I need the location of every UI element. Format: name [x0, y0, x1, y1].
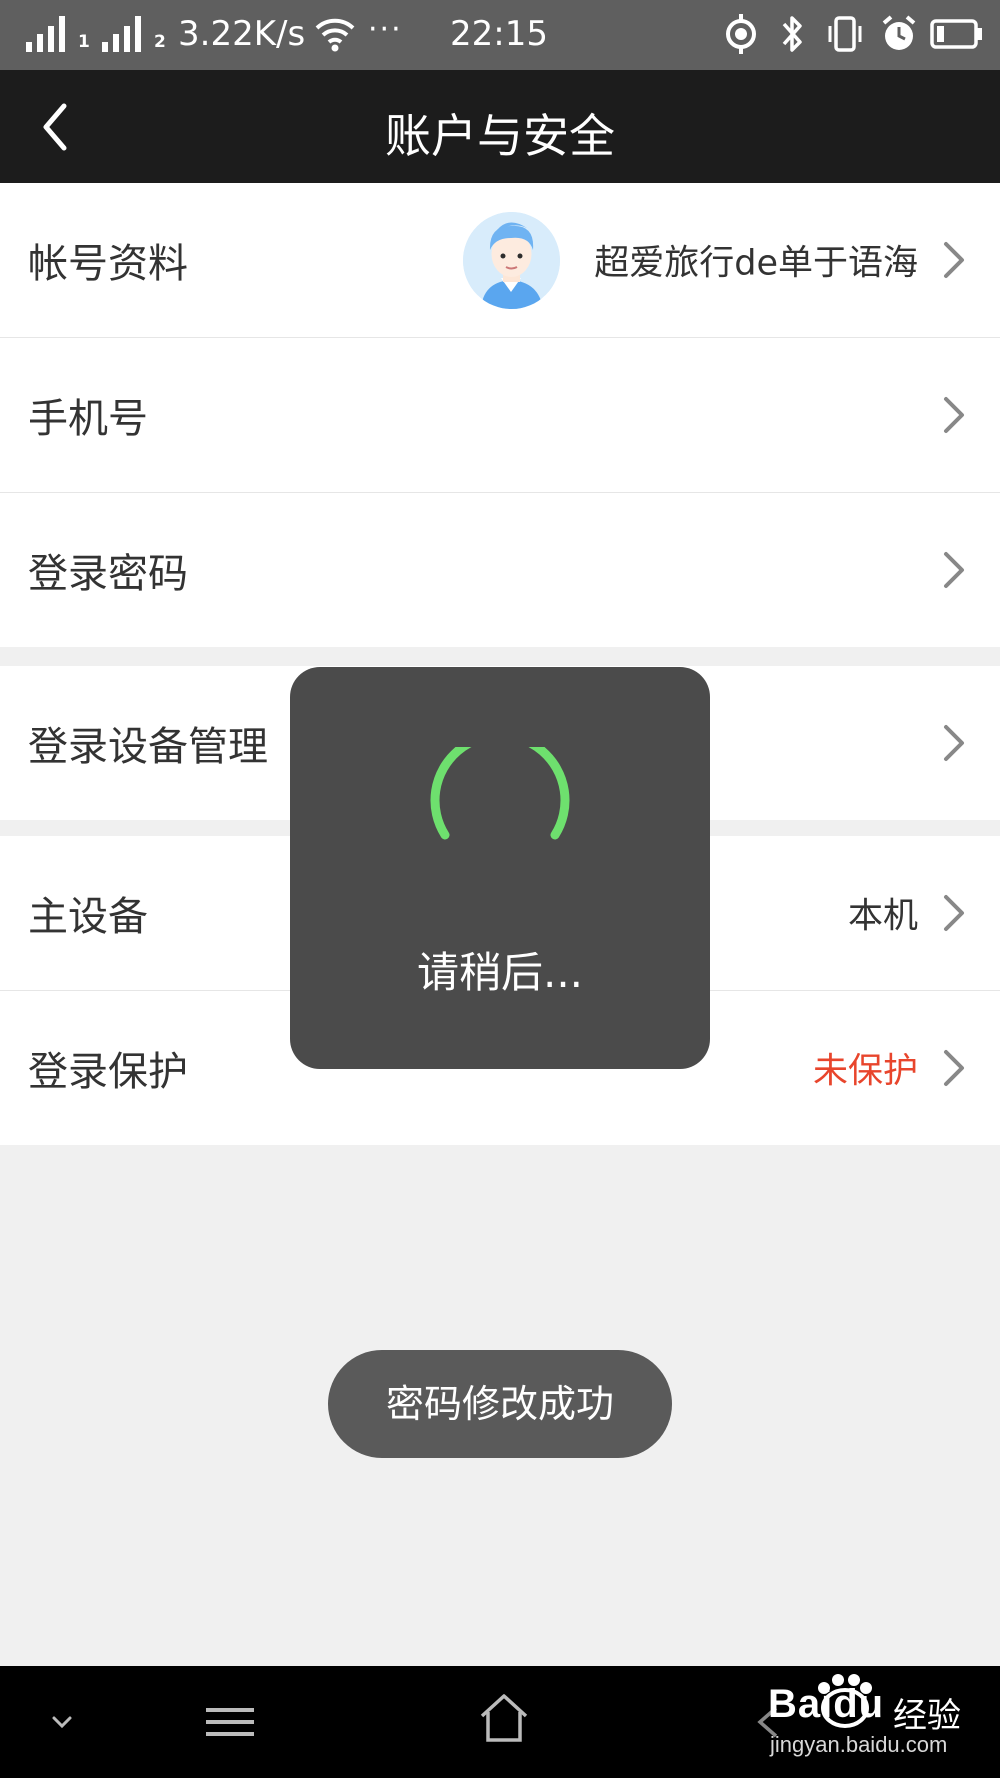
watermark-url: jingyan.baidu.com: [770, 1732, 948, 1757]
row-login-password[interactable]: 登录密码: [0, 493, 1000, 647]
chevron-right-icon: [944, 725, 964, 761]
signal-strength-icon: [102, 16, 141, 52]
row-phone-number[interactable]: 手机号: [0, 338, 1000, 492]
alarm-icon: [882, 15, 916, 50]
row-label: 登录密码: [28, 551, 188, 597]
protection-status: 未保护: [812, 1051, 918, 1092]
loading-spinner-icon: [430, 747, 570, 840]
toast-message: 密码修改成功: [328, 1350, 672, 1458]
chevron-right-icon: [944, 397, 964, 433]
row-label: 主设备: [28, 894, 148, 940]
battery-icon: [930, 19, 982, 49]
user-avatar-icon: [463, 212, 560, 309]
primary-device-value: 本机: [847, 896, 918, 937]
avatar: [463, 212, 560, 309]
location-icon: [726, 14, 756, 54]
page-title: 账户与安全: [385, 109, 615, 163]
bluetooth-icon: [782, 16, 802, 52]
watermark-brand: Baidu: [768, 1682, 885, 1726]
more-notifications-icon: ···: [368, 12, 403, 47]
row-label: 登录保护: [28, 1049, 188, 1095]
row-label: 登录设备管理: [28, 724, 268, 770]
sim1-indicator: 1: [78, 32, 90, 52]
clock: 22:15: [450, 14, 548, 54]
loading-text: 请稍后...: [416, 948, 584, 997]
chevron-right-icon: [944, 1050, 964, 1086]
menu-icon[interactable]: [204, 1702, 256, 1742]
vibrate-icon: [828, 16, 862, 52]
username: 超爱旅行de单于语海: [594, 243, 918, 284]
chevron-right-icon: [944, 552, 964, 588]
wifi-icon: [315, 18, 355, 52]
chevron-right-icon: [944, 895, 964, 931]
network-speed: 3.22K/s: [178, 14, 306, 54]
navigation-bar: 账户与安全: [0, 70, 1000, 183]
row-label: 帐号资料: [28, 241, 188, 287]
loading-dialog: 请稍后...: [290, 667, 710, 1069]
watermark-suffix: 经验: [893, 1696, 961, 1736]
status-bar: 1 2 3.22K/s ··· 22:15: [0, 0, 1000, 70]
toast-text: 密码修改成功: [385, 1382, 614, 1426]
signal-strength-icon: [26, 16, 65, 52]
chevron-right-icon: [944, 242, 964, 278]
home-icon[interactable]: [478, 1692, 530, 1744]
sim2-indicator: 2: [154, 32, 166, 52]
row-label: 手机号: [28, 396, 148, 442]
chevron-down-icon[interactable]: [48, 1708, 76, 1736]
